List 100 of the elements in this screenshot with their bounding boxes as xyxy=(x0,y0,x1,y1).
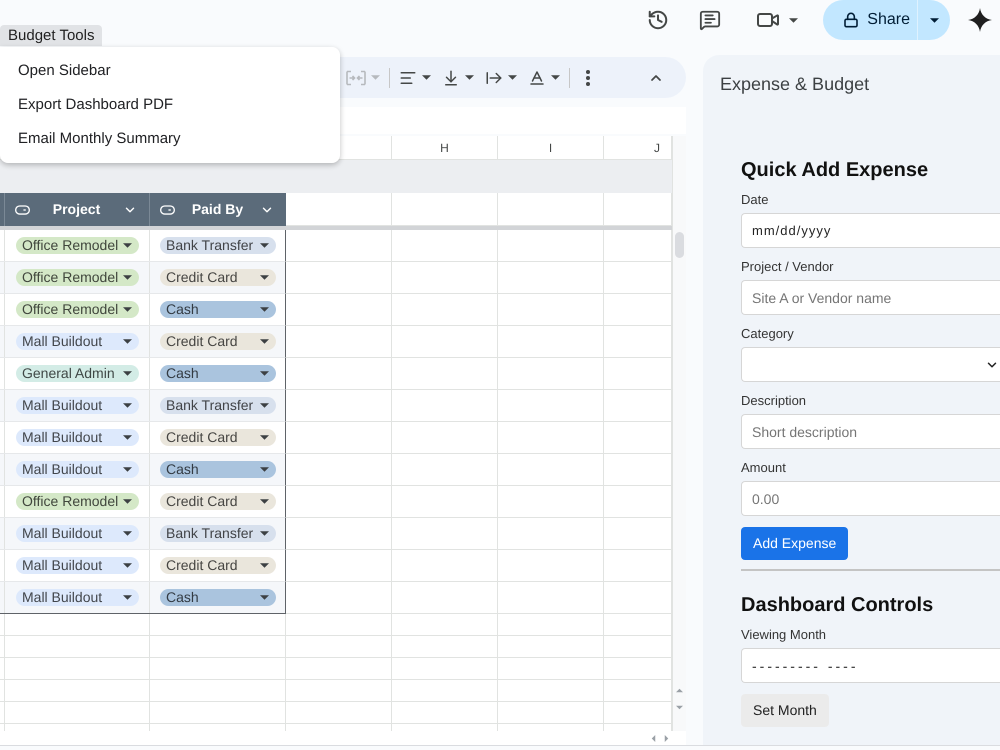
sheet-cell[interactable] xyxy=(498,702,604,724)
sheet-cell[interactable] xyxy=(286,680,392,702)
date-input[interactable]: mm/dd/yyyy xyxy=(741,213,1000,248)
scroll-up-icon[interactable] xyxy=(676,687,683,694)
sheet-cell[interactable] xyxy=(392,582,498,614)
menu-item[interactable]: Open Sidebar xyxy=(0,54,340,88)
add-button[interactable]: Add Expense xyxy=(741,527,848,560)
payment-chip[interactable]: Bank Transfer xyxy=(160,397,276,414)
sheet-cell[interactable] xyxy=(392,358,498,390)
payment-chip[interactable]: Credit Card xyxy=(160,557,276,574)
set-button[interactable]: Set Month xyxy=(741,694,829,727)
payment-chip[interactable]: Credit Card xyxy=(160,493,276,510)
project-chip[interactable]: General Admin xyxy=(16,365,139,382)
sheet-cell[interactable] xyxy=(392,702,498,724)
sheet-cell[interactable] xyxy=(286,636,392,658)
sheet-cell[interactable] xyxy=(498,550,604,582)
payment-chip[interactable]: Credit Card xyxy=(160,269,276,286)
payment-chip[interactable]: Cash xyxy=(160,365,276,382)
sheet-cell[interactable] xyxy=(5,702,150,724)
sheet-cell[interactable] xyxy=(498,230,604,262)
sheet-cell[interactable] xyxy=(286,582,392,614)
sheet-cell[interactable] xyxy=(498,422,604,454)
sheet-cell[interactable] xyxy=(286,358,392,390)
sheet-cell[interactable] xyxy=(498,614,604,636)
scroll-left-icon[interactable] xyxy=(650,734,657,742)
sheet-cell[interactable] xyxy=(286,518,392,550)
payment-chip[interactable]: Cash xyxy=(160,301,276,318)
payment-chip[interactable]: Bank Transfer xyxy=(160,525,276,542)
sheet-cell[interactable] xyxy=(150,636,286,658)
sheet-cell[interactable] xyxy=(150,680,286,702)
sheet-cell[interactable] xyxy=(392,680,498,702)
sheet-cell[interactable] xyxy=(286,550,392,582)
sheet-cell[interactable] xyxy=(392,326,498,358)
menu-item[interactable]: Email Monthly Summary xyxy=(0,122,340,156)
menu-button[interactable]: Budget Tools xyxy=(0,25,102,46)
sheet-cell[interactable] xyxy=(286,230,392,262)
sheet-cell[interactable] xyxy=(392,294,498,326)
payment-chip[interactable]: Cash xyxy=(160,461,276,478)
sheet-cell[interactable] xyxy=(498,680,604,702)
sheet-cell[interactable] xyxy=(498,326,604,358)
menu-item[interactable]: Export Dashboard PDF xyxy=(0,88,340,122)
sheet-cell[interactable] xyxy=(150,658,286,680)
sheet-cell[interactable] xyxy=(5,614,150,636)
sparkle-icon[interactable] xyxy=(968,8,992,32)
project-chip[interactable]: Mall Buildout xyxy=(16,461,139,478)
project-chip[interactable]: Mall Buildout xyxy=(16,397,139,414)
sheet-cell[interactable] xyxy=(498,294,604,326)
sheet-cell[interactable] xyxy=(392,390,498,422)
sheet-cell[interactable] xyxy=(498,582,604,614)
sheet-cell[interactable] xyxy=(286,262,392,294)
sheet-cell[interactable] xyxy=(286,486,392,518)
vertical-scrollbar[interactable] xyxy=(672,136,686,731)
sheet-cell[interactable] xyxy=(392,454,498,486)
sheet-cell[interactable] xyxy=(498,658,604,680)
project-chip[interactable]: Mall Buildout xyxy=(16,557,139,574)
sheet-cell[interactable] xyxy=(498,454,604,486)
month-input[interactable]: --------- ---- xyxy=(741,648,1000,683)
sheet-cell[interactable] xyxy=(286,614,392,636)
payment-chip[interactable]: Bank Transfer xyxy=(160,237,276,254)
sheet-cell[interactable] xyxy=(150,702,286,724)
project-chip[interactable]: Mall Buildout xyxy=(16,589,139,606)
sheet-cell[interactable] xyxy=(498,358,604,390)
sheet-cell[interactable] xyxy=(392,658,498,680)
sheet-cell[interactable] xyxy=(392,614,498,636)
sheet-cell[interactable] xyxy=(392,518,498,550)
sheet-cell[interactable] xyxy=(286,326,392,358)
project-chip[interactable]: Mall Buildout xyxy=(16,333,139,350)
project-chip[interactable]: Office Remodel xyxy=(16,493,139,510)
share-options-button[interactable] xyxy=(918,0,950,40)
sheet-cell[interactable] xyxy=(286,422,392,454)
payment-chip[interactable]: Credit Card xyxy=(160,333,276,350)
sheet-cell[interactable] xyxy=(286,390,392,422)
sheet-cell[interactable] xyxy=(392,262,498,294)
sheet-cell[interactable] xyxy=(286,658,392,680)
project-chip[interactable]: Office Remodel xyxy=(16,237,139,254)
select-field[interactable] xyxy=(741,347,1000,382)
sheet-cell[interactable] xyxy=(5,680,150,702)
project-chip[interactable]: Mall Buildout xyxy=(16,429,139,446)
sheet-cell[interactable] xyxy=(498,486,604,518)
scroll-right-icon[interactable] xyxy=(663,734,670,742)
sheet-cell[interactable] xyxy=(286,702,392,724)
sheet-cell[interactable] xyxy=(286,454,392,486)
sheet-cell[interactable] xyxy=(5,658,150,680)
sheet-cell[interactable] xyxy=(0,636,5,658)
sheet-cell[interactable] xyxy=(286,294,392,326)
share-button[interactable]: Share xyxy=(823,0,917,40)
sheet-cell[interactable] xyxy=(498,518,604,550)
sheet-cell[interactable] xyxy=(0,680,5,702)
scrollbar-thumb[interactable] xyxy=(675,232,684,258)
sheet-cell[interactable] xyxy=(0,702,5,724)
payment-chip[interactable]: Cash xyxy=(160,589,276,606)
sheet-cell[interactable] xyxy=(392,636,498,658)
sheet-cell[interactable] xyxy=(150,614,286,636)
sheet-cell[interactable] xyxy=(498,636,604,658)
scroll-down-icon[interactable] xyxy=(676,704,683,711)
payment-chip[interactable]: Credit Card xyxy=(160,429,276,446)
sheet-cell[interactable] xyxy=(392,486,498,518)
text-input[interactable]: Short description xyxy=(741,414,1000,449)
history-icon[interactable] xyxy=(647,9,670,31)
sheet-cell[interactable] xyxy=(5,636,150,658)
